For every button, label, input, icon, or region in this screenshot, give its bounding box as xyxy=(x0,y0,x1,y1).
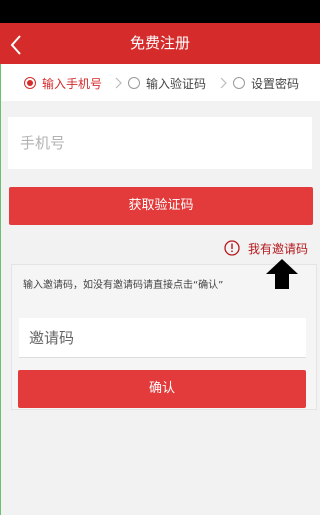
status-bar xyxy=(0,0,320,23)
invite-code-toggle[interactable]: 我有邀请码 xyxy=(224,238,308,258)
chevron-right-icon xyxy=(115,77,122,89)
app-bar: 免费注册 xyxy=(0,23,320,64)
step-label: 设置密码 xyxy=(251,76,300,91)
invite-code-input[interactable] xyxy=(19,318,306,358)
page-title: 免费注册 xyxy=(129,34,190,52)
confirm-button[interactable]: 确认 xyxy=(18,370,306,408)
step-enter-phone: 输入手机号 xyxy=(24,74,102,92)
get-code-button[interactable]: 获取验证码 xyxy=(9,187,313,225)
radio-empty-icon xyxy=(233,77,245,89)
step-label: 输入手机号 xyxy=(42,76,103,91)
edge-line xyxy=(0,64,1,515)
step-indicator: 输入手机号 输入验证码 设置密码 xyxy=(0,64,320,101)
radio-selected-icon xyxy=(24,77,36,89)
radio-empty-icon xyxy=(128,77,140,89)
step-enter-code: 输入验证码 xyxy=(128,74,206,92)
arrow-up-icon xyxy=(266,259,298,289)
step-set-password: 设置密码 xyxy=(233,74,299,92)
info-icon xyxy=(224,240,240,256)
invite-hint-text: 输入邀请码，如没有邀请码请直接点击“确认” xyxy=(23,280,224,291)
step-label: 输入验证码 xyxy=(146,76,207,91)
phone-input[interactable] xyxy=(8,117,312,169)
invite-toggle-label: 我有邀请码 xyxy=(248,241,309,256)
chevron-right-icon xyxy=(220,77,227,89)
